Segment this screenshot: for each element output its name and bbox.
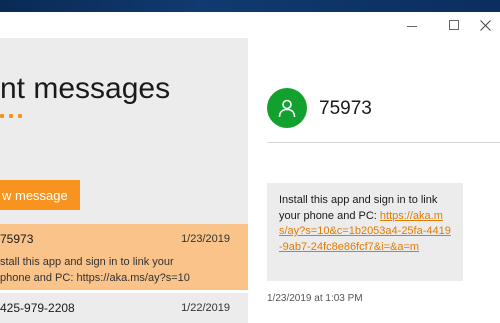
contact-name: 75973 — [319, 98, 372, 119]
message-timestamp: 1/23/2019 at 1:03 PM — [267, 293, 363, 304]
conversation-date: 1/22/2019 — [181, 302, 230, 314]
loading-dots — [0, 114, 22, 118]
conversation-item[interactable]: 425-979-2208 1/22/2019 — [0, 293, 248, 323]
maximize-icon — [449, 20, 459, 30]
page-title: nt messages — [0, 72, 171, 105]
messages-app-window: nt messages w message 75973 1/23/2019 st… — [0, 12, 500, 323]
conversation-item[interactable]: 75973 1/23/2019 stall this app and sign … — [0, 224, 248, 290]
loading-dot — [18, 114, 22, 118]
conversation-detail-pane: 75973 Install this app and sign in to li… — [248, 38, 500, 304]
message-bubble: Install this app and sign in to link you… — [267, 183, 463, 281]
minimize-icon — [407, 25, 417, 27]
close-button[interactable] — [470, 12, 500, 38]
conversation-list-pane: nt messages w message 75973 1/23/2019 st… — [0, 38, 248, 323]
loading-dot — [9, 114, 13, 118]
close-icon — [479, 19, 491, 31]
divider — [267, 142, 500, 143]
avatar — [267, 88, 307, 128]
desktop-background — [0, 0, 500, 12]
conversation-preview: stall this app and sign in to link your … — [0, 254, 230, 286]
loading-dot — [0, 114, 4, 118]
new-message-button[interactable]: w message — [0, 180, 80, 210]
conversation-preview-line: phone and PC: https://aka.ms/ay?s=10 — [0, 272, 190, 284]
maximize-button[interactable] — [434, 12, 474, 38]
minimize-button[interactable] — [392, 12, 432, 38]
person-icon — [278, 99, 296, 118]
conversation-date: 1/23/2019 — [181, 233, 230, 245]
title-bar — [0, 12, 500, 38]
conversation-preview-line: stall this app and sign in to link your — [0, 256, 174, 268]
